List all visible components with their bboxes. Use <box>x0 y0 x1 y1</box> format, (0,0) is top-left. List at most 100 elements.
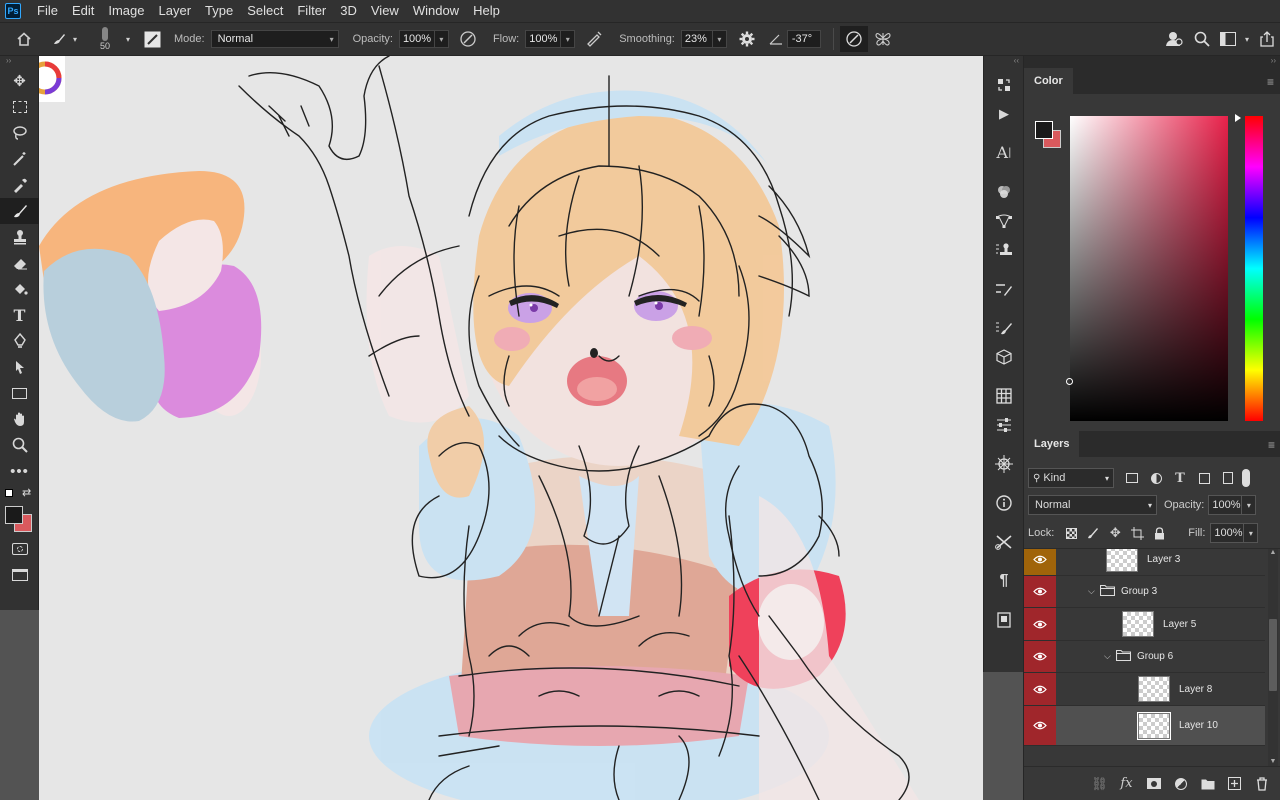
more-tools-icon[interactable]: ••• <box>0 458 39 484</box>
layer-list-scrollbar[interactable]: ▲ ▼ <box>1268 549 1278 766</box>
panel-menu-icon[interactable]: ≡ <box>1268 438 1275 452</box>
zoom-tool-icon[interactable] <box>0 432 39 458</box>
menu-layer[interactable]: Layer <box>152 0 199 22</box>
pen-tool-icon[interactable] <box>0 328 39 354</box>
menu-view[interactable]: View <box>364 0 406 22</box>
layer-name[interactable]: Layer 10 <box>1179 720 1218 731</box>
smoothing-input[interactable]: 23% <box>680 30 713 48</box>
search-icon[interactable] <box>1188 31 1216 47</box>
smoothing-options-gear-icon[interactable] <box>733 31 761 47</box>
chevron-down-icon[interactable]: ▾ <box>1242 495 1257 515</box>
new-group-folder-icon[interactable] <box>1194 778 1221 790</box>
filter-shape-icon[interactable] <box>1192 472 1216 484</box>
delete-layer-trash-icon[interactable] <box>1248 776 1275 791</box>
path-selection-tool-icon[interactable] <box>0 354 39 380</box>
opacity-input[interactable]: 100% <box>398 30 435 48</box>
panel-menu-icon[interactable]: ≡ <box>1267 75 1274 89</box>
scroll-up-arrow-icon[interactable]: ▲ <box>1268 549 1278 563</box>
layer-opacity-input[interactable]: 100% <box>1208 495 1243 515</box>
clone-stamp-tool-icon[interactable] <box>0 224 39 250</box>
type-tool-icon[interactable]: T <box>0 302 39 328</box>
brush-tool-icon[interactable] <box>0 198 39 224</box>
new-layer-icon[interactable] <box>1221 777 1248 790</box>
scroll-down-arrow-icon[interactable]: ▼ <box>1268 758 1278 765</box>
fill-input[interactable]: 100% <box>1210 523 1245 543</box>
visibility-eye-icon[interactable] <box>1024 549 1056 575</box>
collapse-chevrons-icon[interactable]: ‹‹ <box>984 56 1023 70</box>
lock-image-pixels-icon[interactable] <box>1082 527 1104 539</box>
adjustment-layer-icon[interactable] <box>1167 777 1194 790</box>
color-picker-cursor[interactable] <box>1066 378 1073 385</box>
layer-thumbnail[interactable] <box>1138 676 1170 702</box>
layer-kind-select[interactable]: ⚲ Kind ▾ <box>1028 468 1114 488</box>
lasso-tool-icon[interactable] <box>0 120 39 146</box>
pressure-opacity-icon[interactable] <box>455 30 481 48</box>
menu-image[interactable]: Image <box>101 0 151 22</box>
layer-row[interactable]: Layer 3 <box>1024 549 1265 576</box>
share-user-icon[interactable] <box>1160 30 1188 48</box>
brush-settings-panel-icon[interactable] <box>140 31 164 48</box>
layer-row[interactable]: Layer 8 <box>1024 673 1265 706</box>
chevron-down-icon[interactable]: ▾ <box>122 35 134 44</box>
tab-layers[interactable]: Layers <box>1024 431 1080 457</box>
swap-colors-icon[interactable]: ⇄ <box>22 486 31 499</box>
chevron-down-icon[interactable]: ▾ <box>1244 523 1259 543</box>
tool-presets-icon[interactable] <box>984 527 1024 556</box>
layer-name[interactable]: Group 3 <box>1121 586 1157 597</box>
3d-cube-icon[interactable] <box>984 342 1024 371</box>
brush-preset-icon[interactable] <box>48 31 70 47</box>
brush-size-preview[interactable]: 50 <box>88 24 122 54</box>
default-colors-icon[interactable] <box>5 489 13 497</box>
paragraph-icon[interactable]: ¶ <box>984 566 1024 595</box>
smoothing-dropdown[interactable]: ▾ <box>712 30 727 48</box>
clone-source-icon[interactable] <box>984 235 1024 264</box>
channels-icon[interactable] <box>984 177 1024 206</box>
visibility-eye-icon[interactable] <box>1024 641 1056 672</box>
filter-type-icon[interactable]: T <box>1168 471 1192 486</box>
lock-position-icon[interactable]: ✥ <box>1104 525 1126 541</box>
layer-style-fx-icon[interactable]: fx <box>1113 776 1140 791</box>
menu-filter[interactable]: Filter <box>290 0 333 22</box>
menu-window[interactable]: Window <box>406 0 466 22</box>
chevron-down-icon[interactable]: ▾ <box>1240 35 1254 44</box>
filter-adjustment-icon[interactable] <box>1144 472 1168 484</box>
hand-tool-icon[interactable] <box>0 406 39 432</box>
foreground-color-swatch[interactable] <box>5 506 23 524</box>
visibility-eye-icon[interactable] <box>1024 608 1056 640</box>
layer-name[interactable]: Group 6 <box>1137 651 1173 662</box>
menu-edit[interactable]: Edit <box>65 0 101 22</box>
visibility-eye-icon[interactable] <box>1024 576 1056 607</box>
layer-group-row[interactable]: ⌵ Group 6 <box>1024 641 1265 673</box>
chevron-down-icon[interactable]: ⌵ <box>1088 586 1100 597</box>
layer-thumbnail[interactable] <box>1122 611 1154 637</box>
document-canvas[interactable] <box>39 56 983 800</box>
layer-group-row[interactable]: ⌵ Group 3 <box>1024 576 1265 608</box>
filter-smart-object-icon[interactable] <box>1216 472 1240 484</box>
blend-mode-select[interactable]: Normal ▾ <box>1028 495 1157 515</box>
share-icon[interactable] <box>1254 31 1280 47</box>
menu-file[interactable]: File <box>30 0 65 22</box>
paths-icon[interactable] <box>984 206 1024 235</box>
tab-color[interactable]: Color <box>1024 68 1073 94</box>
move-tool-icon[interactable]: ✥ <box>0 68 39 94</box>
flow-input[interactable]: 100% <box>525 30 562 48</box>
hue-slider-marker-icon[interactable] <box>1235 114 1241 122</box>
character-panel-icon[interactable]: A | <box>984 138 1024 167</box>
link-layers-icon[interactable]: ⛓ <box>1086 776 1113 792</box>
lock-artboard-icon[interactable] <box>1126 526 1148 540</box>
visibility-eye-icon[interactable] <box>1024 673 1056 705</box>
eyedropper-tool-icon[interactable] <box>0 172 39 198</box>
layer-thumbnail[interactable] <box>1106 549 1138 572</box>
add-mask-icon[interactable] <box>1140 778 1167 789</box>
filter-pixel-icon[interactable] <box>1120 473 1144 483</box>
quick-mask-icon[interactable] <box>0 536 39 562</box>
chevron-down-icon[interactable]: ⌵ <box>1104 651 1116 662</box>
history-icon[interactable] <box>984 70 1024 99</box>
layer-name[interactable]: Layer 3 <box>1147 554 1180 565</box>
rectangle-tool-icon[interactable] <box>0 380 39 406</box>
menu-select[interactable]: Select <box>240 0 290 22</box>
glyphs-book-icon[interactable] <box>984 605 1024 634</box>
brush-settings-icon[interactable] <box>984 274 1024 303</box>
lock-all-icon[interactable] <box>1148 526 1170 540</box>
chevron-down-icon[interactable]: ▾ <box>70 35 80 44</box>
